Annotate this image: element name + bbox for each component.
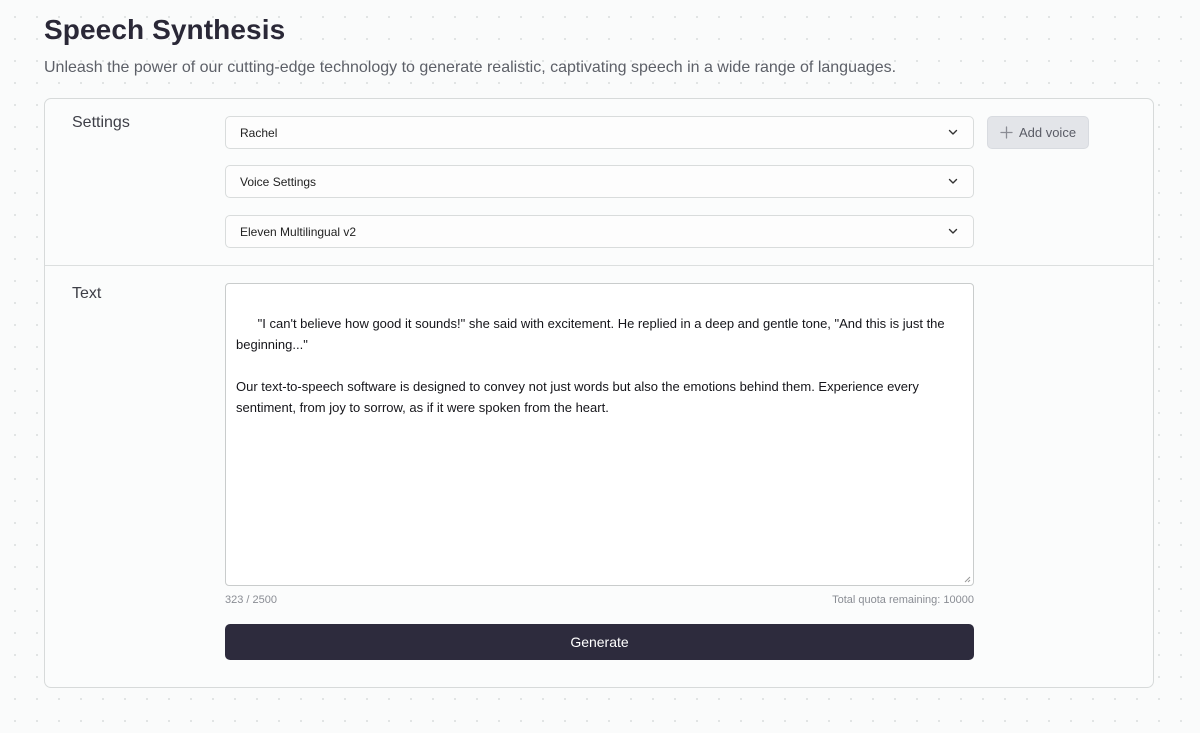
- quota-remaining: Total quota remaining: 10000: [832, 594, 974, 606]
- synthesis-card: Settings Rachel Add voice Voice Settings…: [44, 98, 1154, 688]
- chevron-down-icon: [948, 178, 958, 184]
- speech-synthesis-page: Speech Synthesis Unleash the power of ou…: [0, 0, 1200, 733]
- model-select[interactable]: Eleven Multilingual v2: [225, 215, 974, 248]
- chevron-down-icon: [948, 129, 958, 135]
- voice-settings-select[interactable]: Voice Settings: [225, 165, 974, 198]
- page-title: Speech Synthesis: [44, 14, 286, 45]
- add-voice-label: Add voice: [1018, 125, 1077, 140]
- voice-select-value: Rachel: [240, 125, 278, 140]
- generate-button[interactable]: Generate: [225, 624, 974, 660]
- text-label: Text: [72, 285, 102, 302]
- voice-select[interactable]: Rachel: [225, 116, 974, 149]
- section-divider: [45, 265, 1153, 266]
- text-input-value: "I can't believe how good it sounds!" sh…: [236, 316, 945, 415]
- plus-icon: [1000, 126, 1013, 139]
- resize-handle-icon[interactable]: [963, 575, 971, 583]
- page-subtitle: Unleash the power of our cutting-edge te…: [44, 59, 897, 76]
- chevron-down-icon: [948, 228, 958, 234]
- settings-label: Settings: [72, 114, 130, 131]
- character-count: 323 / 2500: [225, 594, 277, 606]
- voice-settings-select-value: Voice Settings: [240, 174, 317, 189]
- model-select-value: Eleven Multilingual v2: [240, 224, 357, 239]
- add-voice-button[interactable]: Add voice: [987, 116, 1089, 149]
- text-input[interactable]: "I can't believe how good it sounds!" sh…: [225, 283, 974, 586]
